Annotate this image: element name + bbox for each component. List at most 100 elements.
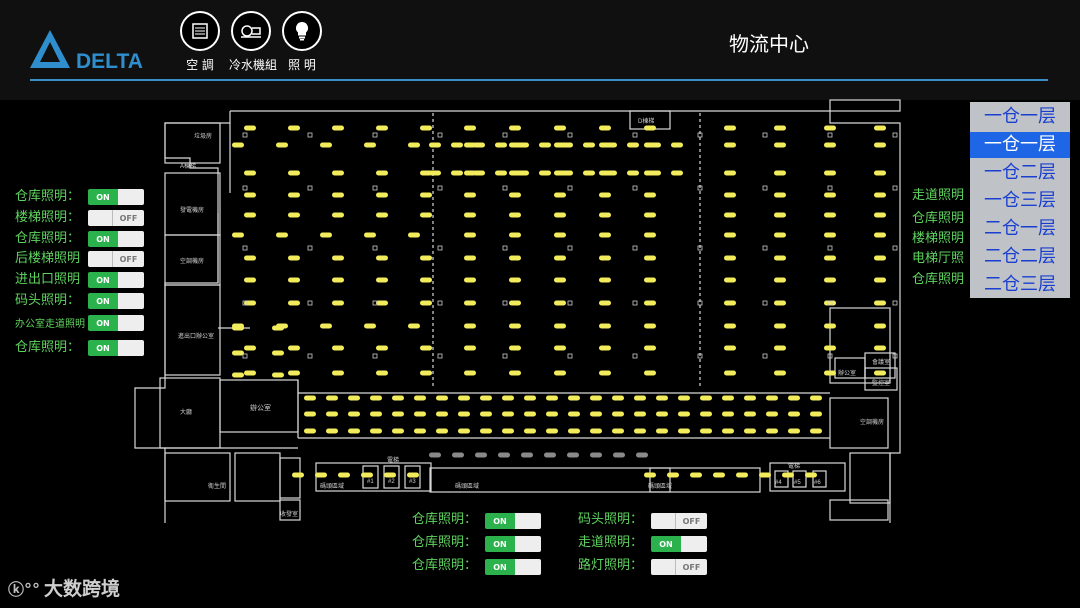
light-fixture xyxy=(509,323,521,329)
light-toggle-switch[interactable]: ON xyxy=(485,536,541,552)
light-fixture xyxy=(436,428,448,434)
light-fixture xyxy=(320,323,332,329)
floor-item[interactable]: 一仓一层 xyxy=(970,104,1070,130)
switch-label: 仓库照明： xyxy=(412,535,478,550)
switch-label: 路灯照明： xyxy=(578,558,644,573)
column-marker xyxy=(632,185,638,191)
column-marker xyxy=(632,132,638,138)
floor-item[interactable]: 一仓二层 xyxy=(970,160,1070,186)
toggle-knob: ON xyxy=(485,513,515,529)
light-fixture xyxy=(700,428,712,434)
light-fixture xyxy=(724,323,736,329)
column-marker xyxy=(827,132,833,138)
light-toggle-switch[interactable]: ON xyxy=(485,559,541,575)
toggle-knob xyxy=(651,559,675,575)
light-fixture xyxy=(473,142,485,148)
light-fixture xyxy=(824,142,836,148)
room-label: 垃圾房 xyxy=(194,132,212,140)
light-fixture xyxy=(458,428,470,434)
switch-label: 仓库照明： xyxy=(15,231,81,246)
light-fixture xyxy=(420,345,432,351)
toggle-track xyxy=(118,272,144,288)
column-marker xyxy=(372,132,378,138)
light-fixture xyxy=(554,125,566,131)
light-fixture xyxy=(590,428,602,434)
light-toggle-switch[interactable]: ON xyxy=(88,231,144,247)
lighting-button[interactable]: 照 明 xyxy=(280,11,324,73)
column-marker xyxy=(892,185,898,191)
light-fixture xyxy=(736,472,748,478)
light-toggle-switch[interactable]: ON xyxy=(88,272,144,288)
column-marker xyxy=(372,353,378,359)
toggle-track: OFF xyxy=(675,513,707,529)
light-toggle-switch[interactable]: OFF xyxy=(88,251,144,267)
light-fixture xyxy=(874,170,886,176)
light-fixture xyxy=(774,142,786,148)
light-fixture xyxy=(502,428,514,434)
light-fixture xyxy=(644,232,656,238)
light-toggle-switch[interactable]: ON xyxy=(88,189,144,205)
light-toggle-switch[interactable]: ON xyxy=(485,513,541,529)
room-label: 發電機房 xyxy=(180,206,204,214)
column-marker xyxy=(242,353,248,359)
light-fixture xyxy=(583,142,595,148)
chiller-button-label: 冷水機組 xyxy=(229,58,278,72)
light-toggle-switch[interactable]: ON xyxy=(88,340,144,356)
light-fixture xyxy=(458,411,470,417)
light-fixture xyxy=(634,395,646,401)
light-toggle-switch[interactable]: OFF xyxy=(651,513,707,529)
light-fixture xyxy=(627,142,639,148)
light-fixture xyxy=(370,395,382,401)
light-toggle-switch[interactable]: OFF xyxy=(88,210,144,226)
floor-item[interactable]: 二仓一层 xyxy=(970,216,1070,242)
light-fixture xyxy=(464,232,476,238)
light-fixture xyxy=(524,428,536,434)
toggle-knob xyxy=(651,513,675,529)
room-label: 衛生間 xyxy=(208,482,226,490)
floor-item-selected[interactable]: 一仓一层 xyxy=(970,132,1070,158)
light-fixture xyxy=(288,255,300,261)
light-fixture xyxy=(244,370,256,376)
light-fixture xyxy=(436,411,448,417)
column-marker xyxy=(437,300,443,306)
column-marker xyxy=(762,353,768,359)
light-fixture xyxy=(724,125,736,131)
room-label: 碼頭區域 xyxy=(320,482,344,490)
floor-plan-walls xyxy=(134,99,901,523)
light-fixture xyxy=(612,395,624,401)
light-fixture xyxy=(774,192,786,198)
chiller-button[interactable]: 冷水機組 xyxy=(229,11,278,73)
light-fixture xyxy=(348,411,360,417)
column-marker xyxy=(437,132,443,138)
light-fixture xyxy=(272,350,284,356)
light-fixture xyxy=(605,142,617,148)
light-fixture xyxy=(810,395,822,401)
light-fixture xyxy=(338,472,350,478)
column-marker xyxy=(502,300,508,306)
ac-button[interactable]: 空 調 xyxy=(178,11,222,73)
header-bar: DELTA 空 調 冷水機組 照 明 物流中心 xyxy=(0,0,1080,100)
light-fixture xyxy=(521,452,533,458)
light-fixture xyxy=(326,428,338,434)
light-toggle-switch[interactable]: ON xyxy=(88,293,144,309)
light-fixture xyxy=(414,395,426,401)
floor-item[interactable]: 一仓三层 xyxy=(970,188,1070,214)
light-fixture xyxy=(420,192,432,198)
light-toggle-switch[interactable]: ON xyxy=(88,315,144,331)
toggle-track xyxy=(118,189,144,205)
light-fixture xyxy=(376,370,388,376)
light-fixture xyxy=(724,300,736,306)
floor-item[interactable]: 二仓三层 xyxy=(970,272,1070,298)
light-toggle-switch[interactable]: ON xyxy=(651,536,707,552)
light-fixture xyxy=(288,192,300,198)
watermark: ⓚ°° 大数跨境 xyxy=(8,574,120,601)
toggle-knob: ON xyxy=(88,293,118,309)
light-fixture xyxy=(502,411,514,417)
light-fixture xyxy=(304,411,316,417)
floor-item[interactable]: 二仓二层 xyxy=(970,244,1070,270)
light-fixture xyxy=(420,370,432,376)
light-toggle-switch[interactable]: OFF xyxy=(651,559,707,575)
light-fixture xyxy=(554,345,566,351)
light-fixture xyxy=(649,170,661,176)
light-fixture xyxy=(874,125,886,131)
